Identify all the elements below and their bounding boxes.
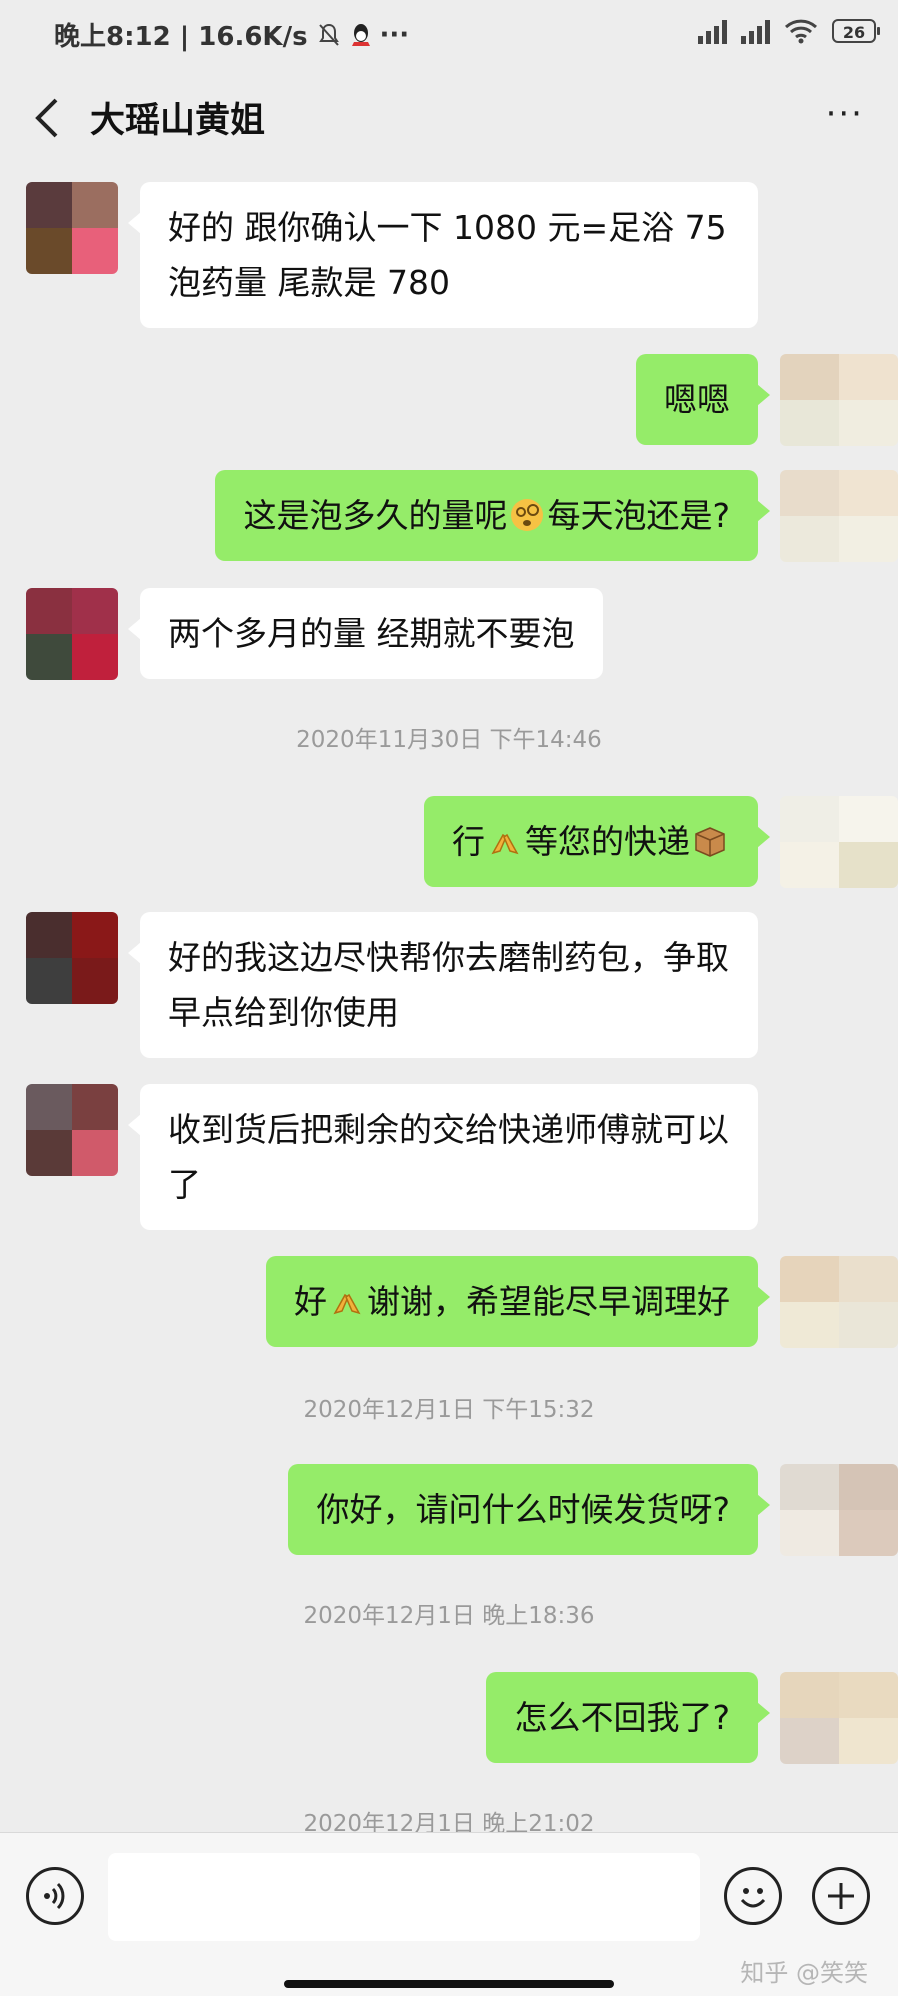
message-input[interactable] xyxy=(108,1853,700,1941)
battery-level: 26 xyxy=(842,23,866,42)
emoji-button[interactable] xyxy=(724,1867,782,1925)
message-bubble-incoming[interactable]: 收到货后把剩余的交给快递师傅就可以了 xyxy=(128,1084,758,1230)
message-text-part: 这是泡多久的量呢 xyxy=(243,496,508,535)
status-more: ··· xyxy=(379,19,410,50)
battery-icon: 26 xyxy=(832,19,880,43)
message-text: 怎么不回我了? xyxy=(514,1698,730,1737)
user-avatar[interactable] xyxy=(780,354,898,446)
folded-hands-icon xyxy=(491,833,519,855)
status-bar: 晚上8:12 | 16.6K/s ··· 26 xyxy=(0,0,898,72)
message-bubble-outgoing[interactable]: 好 谢谢，希望能尽早调理好 xyxy=(266,1256,770,1347)
folded-hands-icon xyxy=(333,1293,361,1315)
chat-title: 大瑶山黄姐 xyxy=(90,101,266,141)
voice-input-button[interactable] xyxy=(26,1867,84,1925)
chat-header: 大瑶山黄姐 ··· xyxy=(0,72,898,168)
message-bubble-incoming[interactable]: 两个多月的量 经期就不要泡 xyxy=(128,588,603,679)
voice-icon xyxy=(44,1882,65,1910)
user-avatar[interactable] xyxy=(780,796,898,888)
message-text: 收到货后把剩余的交给快递师傅就可以了 xyxy=(168,1110,729,1204)
dizzy-face-icon xyxy=(511,499,544,531)
message-text-part: 等您的快递 xyxy=(525,822,690,861)
message-bubble-outgoing[interactable]: 怎么不回我了? xyxy=(486,1672,770,1763)
message-text: 嗯嗯 xyxy=(664,380,730,419)
user-avatar[interactable] xyxy=(780,470,898,562)
message-text: 好的 跟你确认一下 1080 元=足浴 75 泡药量 尾款是 780 xyxy=(168,208,727,302)
timestamp: 2020年12月1日 晚上21:02 xyxy=(303,1811,595,1832)
signal-icon-2 xyxy=(741,18,770,44)
message-bubble-outgoing[interactable]: 行 等您的快递 xyxy=(424,796,770,887)
more-options-icon[interactable]: ··· xyxy=(826,94,864,134)
contact-avatar[interactable] xyxy=(26,168,118,180)
message-text: 你好，请问什么时候发货呀? xyxy=(316,1490,730,1529)
watermark: 知乎 @笑笑 xyxy=(740,1959,868,1987)
timestamp: 2020年12月1日 晚上18:36 xyxy=(303,1603,595,1629)
message-bubble-incoming[interactable]: 好的 跟你确认一下 1080 元=足浴 75 泡药量 尾款是 780 xyxy=(128,182,758,328)
package-icon xyxy=(695,827,725,857)
contact-avatar[interactable] xyxy=(26,182,118,274)
user-avatar[interactable] xyxy=(780,1464,898,1556)
wifi-icon xyxy=(784,19,818,44)
chat-area[interactable]: 好的 跟你确认一下 1080 元=足浴 75 泡药量 尾款是 780 嗯嗯 这是… xyxy=(0,168,898,1832)
message-text-part: 好 xyxy=(294,1282,327,1321)
user-avatar[interactable] xyxy=(780,1672,898,1764)
smiley-icon xyxy=(740,1888,766,1908)
mute-bell-icon xyxy=(318,23,339,46)
user-avatar[interactable] xyxy=(780,1256,898,1348)
status-time-speed: 晚上8:12 | 16.6K/s xyxy=(54,22,308,52)
message-text: 好的我这边尽快帮你去磨制药包，争取早点给到你使用 xyxy=(168,938,729,1032)
input-bar: 知乎 @笑笑 xyxy=(0,1832,898,1996)
add-more-button[interactable] xyxy=(812,1867,870,1925)
message-text-part: 行 xyxy=(452,822,485,861)
home-indicator[interactable] xyxy=(284,1980,614,1988)
message-bubble-incoming[interactable]: 好的我这边尽快帮你去磨制药包，争取早点给到你使用 xyxy=(128,912,758,1058)
message-text-part: 每天泡还是? xyxy=(547,496,730,535)
status-right: 26 xyxy=(698,18,880,44)
contact-avatar[interactable] xyxy=(26,588,118,680)
contact-avatar[interactable] xyxy=(26,912,118,1004)
message-bubble-outgoing[interactable]: 你好，请问什么时候发货呀? xyxy=(288,1464,770,1555)
status-left: 晚上8:12 | 16.6K/s ··· xyxy=(54,16,409,53)
plus-icon xyxy=(828,1883,854,1909)
back-arrow-icon[interactable] xyxy=(26,90,70,146)
message-bubble-outgoing[interactable]: 嗯嗯 xyxy=(636,354,770,445)
message-text-part: 谢谢，希望能尽早调理好 xyxy=(367,1282,730,1321)
message-text: 两个多月的量 经期就不要泡 xyxy=(168,614,575,653)
contact-avatar[interactable] xyxy=(26,1084,118,1176)
message-bubble-outgoing[interactable]: 这是泡多久的量呢 每天泡还是? xyxy=(215,470,770,561)
qq-icon xyxy=(351,23,370,46)
timestamp: 2020年12月1日 下午15:32 xyxy=(303,1397,595,1423)
signal-icon-1 xyxy=(698,18,727,44)
timestamp: 2020年11月30日 下午14:46 xyxy=(296,727,602,753)
